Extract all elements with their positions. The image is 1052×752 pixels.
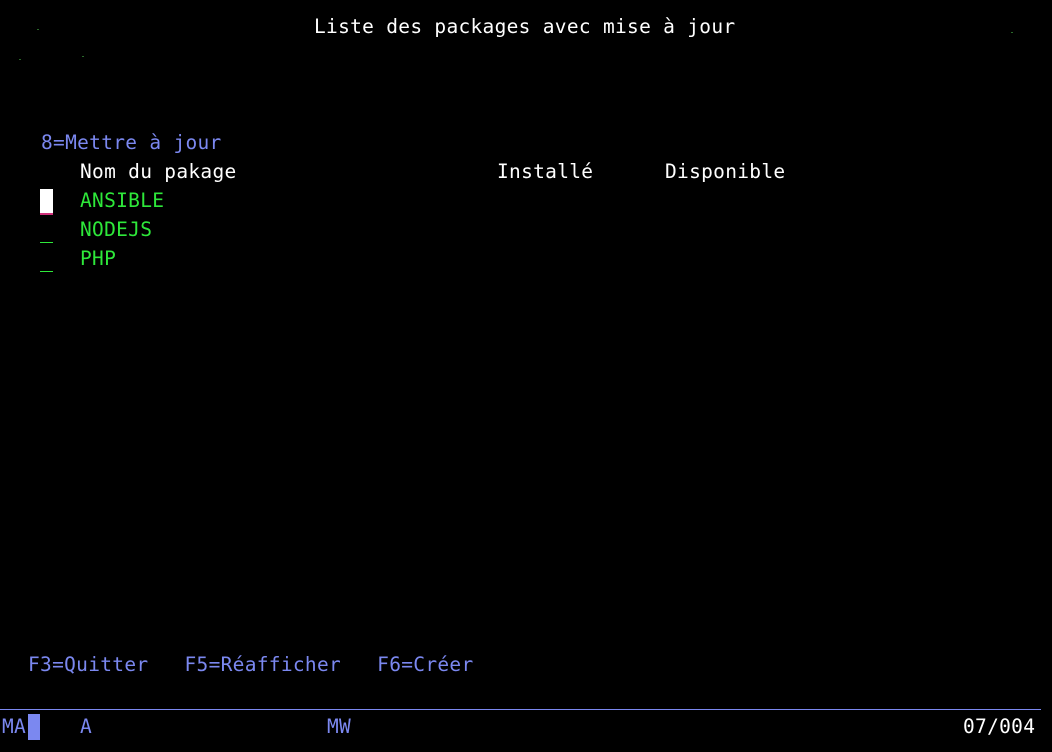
artifact-dot	[82, 56, 84, 57]
column-header-package-name: Nom du pakage	[80, 160, 237, 183]
function-key-legend: F3=Quitter F5=Réafficher F6=Créer	[28, 653, 474, 676]
cursor-block	[40, 189, 53, 215]
column-header-available: Disponible	[665, 160, 786, 183]
artifact-dot	[37, 29, 39, 30]
package-name-ansible: ANSIBLE	[80, 189, 165, 212]
status-cursor-block	[28, 714, 40, 740]
option-instructions: 8=Mettre à jour	[41, 131, 222, 154]
screen-title: Liste des packages avec mise à jour	[314, 15, 736, 38]
column-header-installed: Installé	[497, 160, 594, 183]
status-mode: MA	[2, 715, 27, 738]
status-indicator: A	[80, 715, 93, 738]
package-name-nodejs: NODEJS	[80, 218, 153, 241]
status-cursor-position: 07/004	[963, 715, 1036, 738]
option-input-nodejs[interactable]	[40, 217, 53, 243]
status-bar-divider	[0, 709, 1041, 710]
artifact-dot	[1011, 32, 1013, 33]
package-name-php: PHP	[80, 247, 117, 270]
artifact-dot	[19, 59, 21, 60]
option-input-php[interactable]	[40, 246, 53, 272]
status-session: MW	[327, 715, 352, 738]
